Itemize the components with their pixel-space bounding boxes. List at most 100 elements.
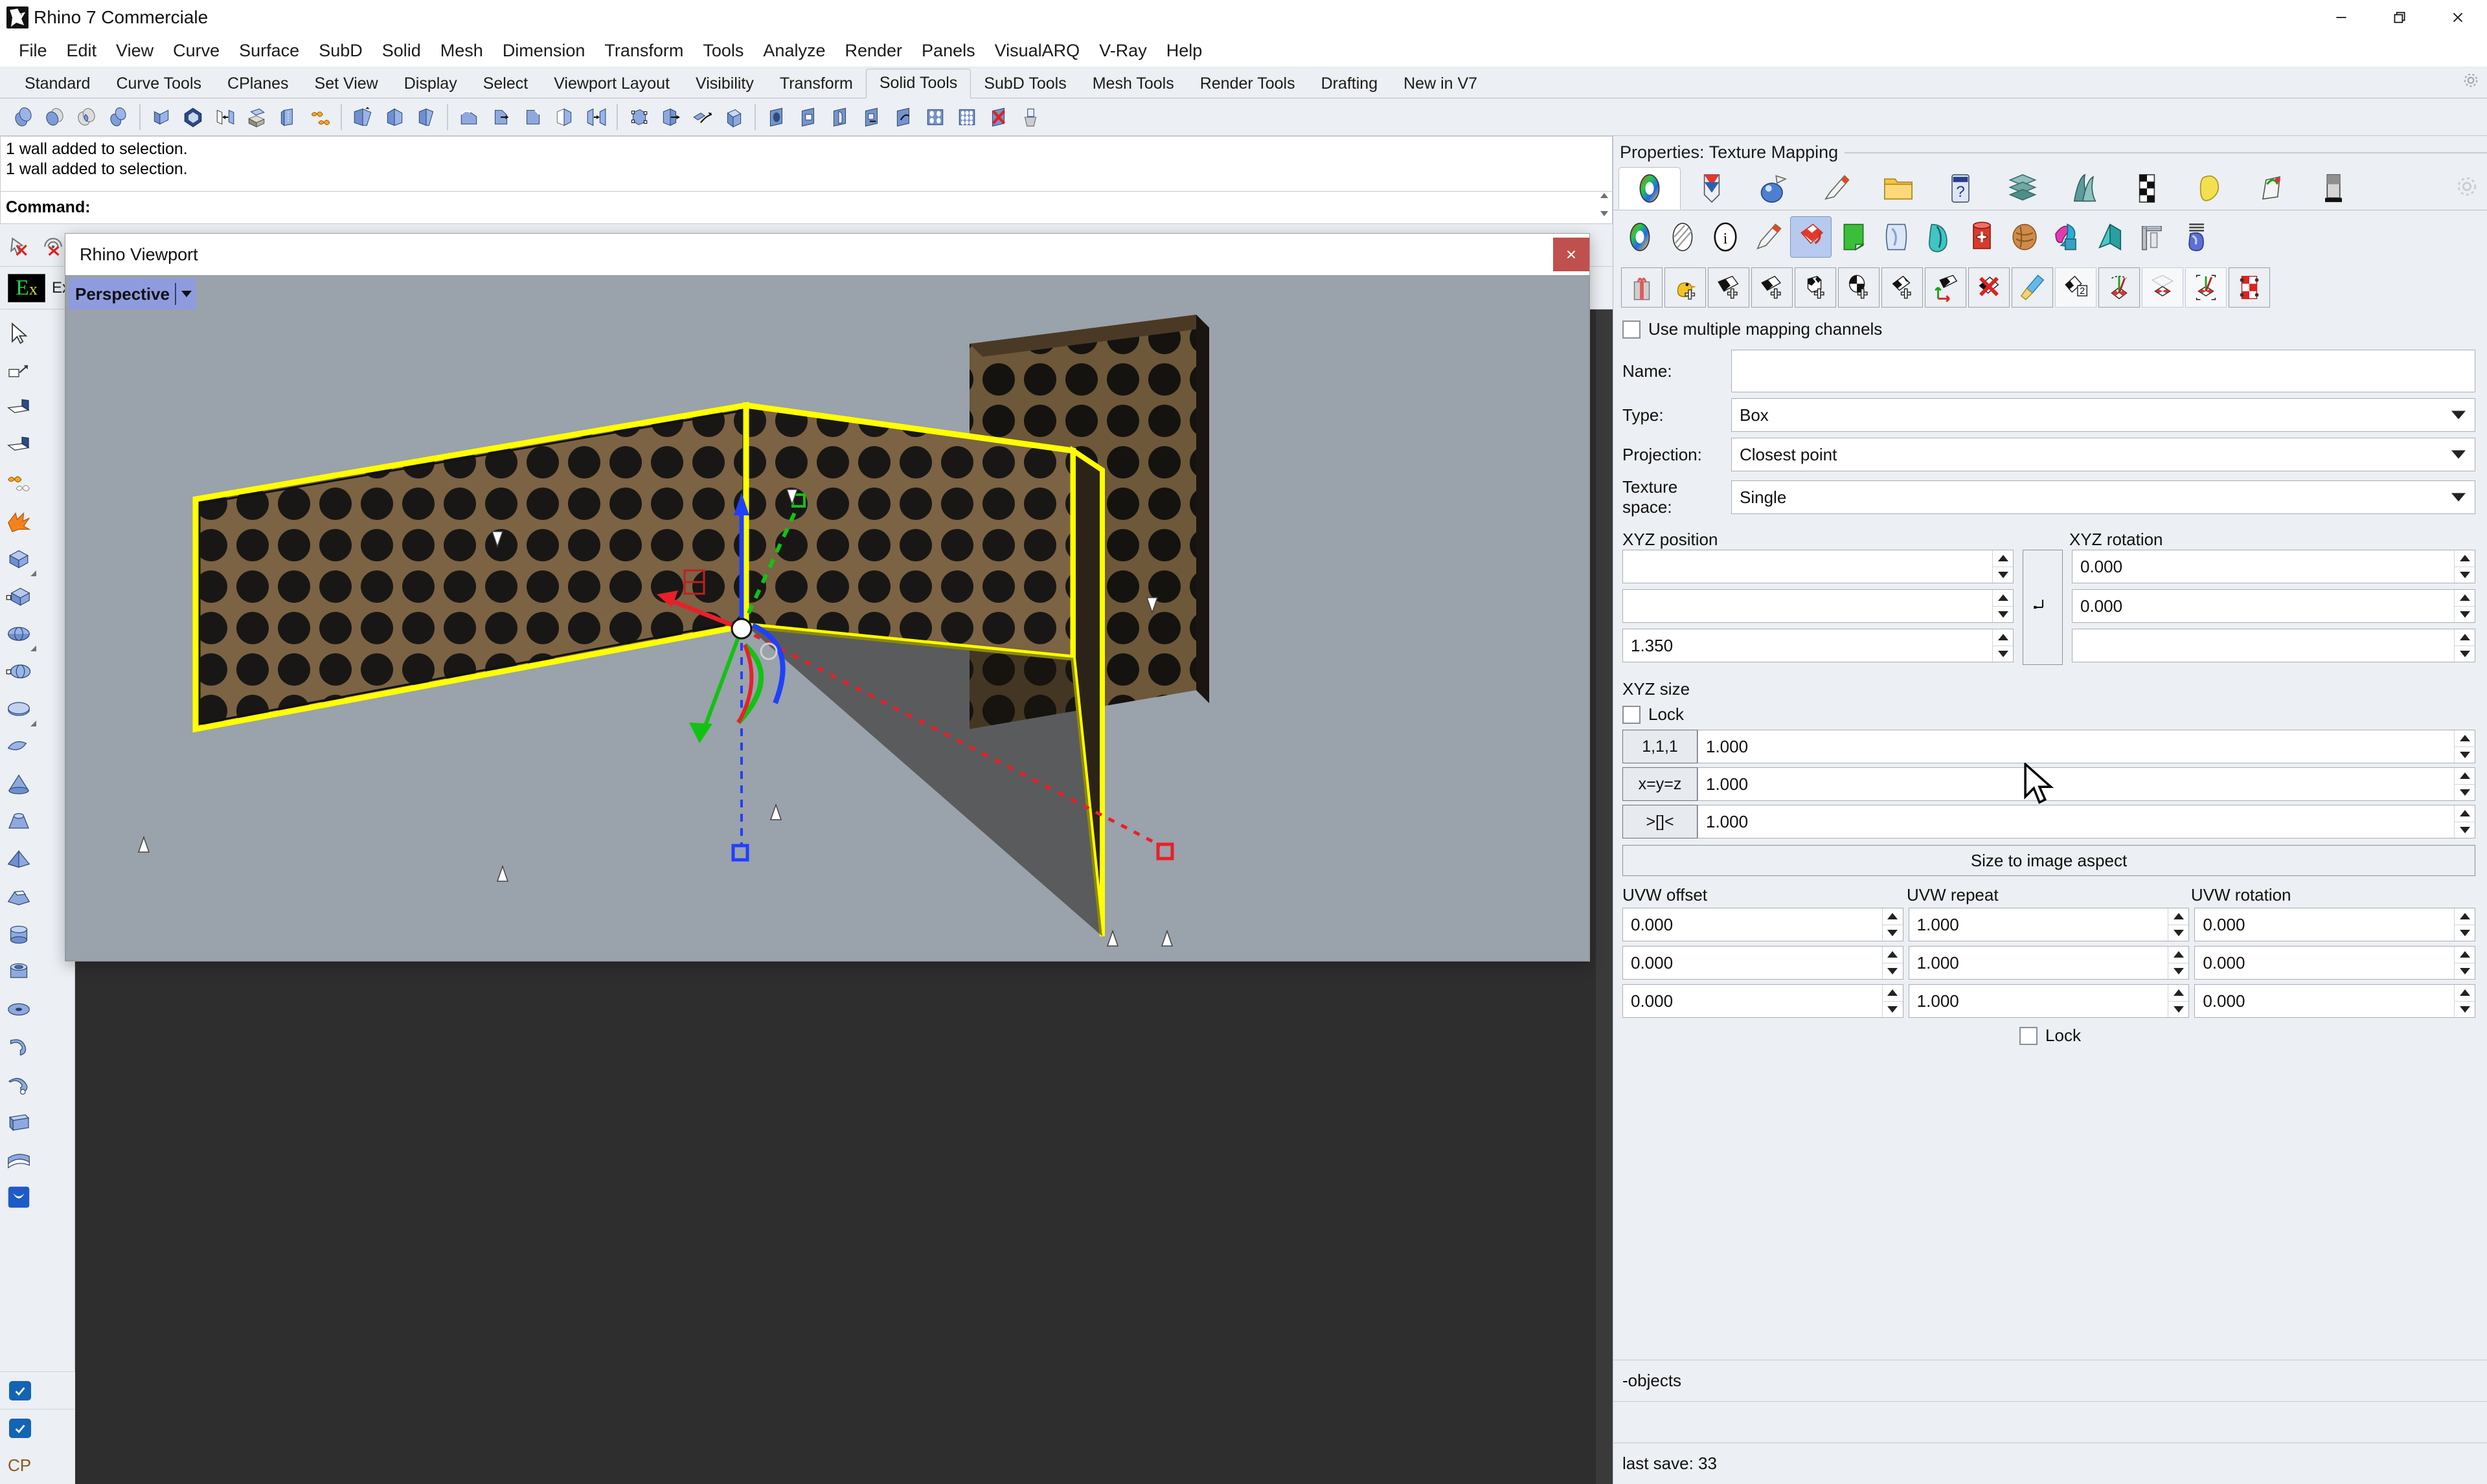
stepper-up-icon[interactable] bbox=[2173, 951, 2184, 958]
box-edit-icon[interactable] bbox=[273, 102, 304, 133]
variable-fillet-icon[interactable] bbox=[517, 102, 548, 133]
xyz-rotation-z-value[interactable] bbox=[2072, 629, 2454, 662]
tab-curve-tools[interactable]: Curve Tools bbox=[103, 70, 214, 98]
use-multiple-mapping-channels-row[interactable]: Use multiple mapping channels bbox=[1613, 313, 2487, 347]
subtab-material-pen-icon[interactable] bbox=[1748, 217, 1788, 257]
stepper-down-icon[interactable] bbox=[2459, 1006, 2470, 1013]
ellipsoid-icon[interactable] bbox=[0, 690, 38, 728]
pipe-round-icon[interactable] bbox=[0, 1066, 38, 1103]
subtab-teal-fold-icon[interactable] bbox=[2090, 217, 2130, 257]
ex-console-icon[interactable]: Ex bbox=[8, 273, 45, 302]
stepper-down-icon[interactable] bbox=[2459, 967, 2470, 974]
subtab-walnut-icon[interactable] bbox=[2004, 217, 2045, 257]
stepper-down-icon[interactable] bbox=[2173, 929, 2184, 936]
solid-points-on-icon[interactable] bbox=[623, 102, 654, 133]
extract-face-icon[interactable] bbox=[718, 102, 749, 133]
extrude-to-point-icon[interactable] bbox=[379, 102, 410, 133]
command-line[interactable]: Command: bbox=[0, 192, 1613, 224]
stepper-down-icon[interactable] bbox=[2459, 571, 2470, 578]
uvw-repeat-w-stepper[interactable]: 1.000 bbox=[1908, 984, 2190, 1018]
box-center-icon[interactable] bbox=[0, 578, 38, 615]
move-face-icon[interactable] bbox=[655, 102, 686, 133]
boolean-split-icon[interactable] bbox=[103, 102, 134, 133]
stepper-up-icon[interactable] bbox=[1997, 555, 2008, 562]
surface-plane-icon[interactable] bbox=[0, 390, 38, 427]
menu-item-help[interactable]: Help bbox=[1157, 38, 1212, 63]
scroll-up-icon[interactable] bbox=[1600, 193, 1608, 198]
uvw-rotation-w-value[interactable]: 0.000 bbox=[2195, 985, 2454, 1017]
explode-icon[interactable] bbox=[0, 502, 38, 540]
stepper-arrows[interactable] bbox=[2454, 985, 2475, 1017]
extrude-along-curve-icon[interactable] bbox=[209, 102, 240, 133]
tab-ground-plane[interactable] bbox=[2054, 167, 2116, 210]
chevron-down-icon[interactable] bbox=[2451, 410, 2466, 420]
command-scrollbar[interactable] bbox=[1600, 193, 1611, 216]
xyz-position-y-stepper[interactable] bbox=[1622, 589, 2014, 623]
stepper-arrows[interactable] bbox=[2454, 908, 2475, 941]
flyout-arrow-icon[interactable] bbox=[30, 721, 36, 726]
tab-mesh-tools[interactable]: Mesh Tools bbox=[1080, 70, 1187, 98]
flyout-arrow-icon[interactable] bbox=[30, 570, 36, 576]
stepper-arrows[interactable] bbox=[2454, 947, 2475, 979]
torus-icon[interactable] bbox=[0, 991, 38, 1028]
toolbar-options-gear-icon[interactable] bbox=[2462, 72, 2479, 92]
menu-item-vray[interactable]: V-Ray bbox=[1089, 38, 1157, 63]
stepper-arrows[interactable] bbox=[2454, 550, 2475, 583]
chevron-down-icon[interactable] bbox=[2451, 450, 2466, 459]
surface-mapping-icon[interactable] bbox=[1925, 267, 1966, 308]
xyz-rotation-y-value[interactable]: 0.000 bbox=[2072, 590, 2454, 622]
uvw-rotation-v-stepper[interactable]: 0.000 bbox=[2194, 946, 2476, 980]
tab-folder[interactable] bbox=[1867, 167, 1929, 210]
stepper-down-icon[interactable] bbox=[1887, 967, 1898, 974]
uvw-repeat-v-stepper[interactable]: 1.000 bbox=[1908, 946, 2190, 980]
tab-layers[interactable] bbox=[1992, 167, 2054, 210]
xyz-position-x-value[interactable] bbox=[1623, 550, 1992, 583]
xyz-position-x-stepper[interactable] bbox=[1622, 550, 2014, 583]
uvw-offset-w-value[interactable]: 0.000 bbox=[1623, 985, 1882, 1017]
duck-mapping-icon[interactable] bbox=[1664, 267, 1706, 308]
stepper-arrows[interactable] bbox=[2454, 629, 2475, 662]
stepper-arrows[interactable] bbox=[2454, 730, 2475, 763]
uvw-rotation-w-stepper[interactable]: 0.000 bbox=[2194, 984, 2476, 1018]
cap-planar-holes-icon[interactable] bbox=[241, 102, 272, 133]
xyz-rotation-y-stepper[interactable]: 0.000 bbox=[2072, 589, 2475, 623]
tab-decal[interactable] bbox=[2240, 167, 2302, 210]
stepper-up-icon[interactable] bbox=[2459, 735, 2470, 742]
xyz-rotation-z-stepper[interactable] bbox=[2072, 629, 2475, 662]
stepper-down-icon[interactable] bbox=[2459, 650, 2470, 657]
close-button[interactable] bbox=[2429, 0, 2487, 35]
slab-icon[interactable] bbox=[0, 1103, 38, 1141]
flyout-arrow-icon[interactable] bbox=[30, 646, 36, 651]
hole-icon[interactable] bbox=[761, 102, 792, 133]
pyramid-icon[interactable] bbox=[0, 840, 38, 878]
uvw-offset-v-value[interactable]: 0.000 bbox=[1623, 947, 1882, 979]
menu-item-solid[interactable]: Solid bbox=[372, 38, 431, 63]
stepper-arrows[interactable] bbox=[1992, 629, 2013, 662]
menu-item-transform[interactable]: Transform bbox=[595, 38, 693, 63]
tab-select[interactable]: Select bbox=[470, 70, 541, 98]
puzzle-icon[interactable] bbox=[0, 465, 38, 502]
tab-new-in-v7[interactable]: New in V7 bbox=[1391, 70, 1490, 98]
stepper-up-icon[interactable] bbox=[2459, 913, 2470, 920]
paint-mapping-icon[interactable] bbox=[2012, 267, 2053, 308]
name-input[interactable] bbox=[1731, 350, 2475, 392]
stepper-up-icon[interactable] bbox=[2459, 634, 2470, 641]
cylinder-icon[interactable] bbox=[0, 916, 38, 953]
xyz-size-z-stepper[interactable]: 1.000 bbox=[1698, 805, 2475, 838]
add-spherical-mapping-icon[interactable] bbox=[1838, 267, 1879, 308]
tab-texture-mapping[interactable] bbox=[1805, 167, 1867, 210]
render-scrollbar-vertical[interactable] bbox=[1596, 309, 1613, 1484]
subtab-texture-mapping-icon[interactable] bbox=[1790, 216, 1832, 258]
tab-cplanes[interactable]: CPlanes bbox=[214, 70, 302, 98]
stepper-arrows[interactable] bbox=[2168, 947, 2189, 979]
menu-item-render[interactable]: Render bbox=[835, 38, 912, 63]
menu-item-surface[interactable]: Surface bbox=[229, 38, 309, 63]
panel-options-gear-icon[interactable] bbox=[2456, 175, 2478, 201]
make-hole-icon[interactable] bbox=[824, 102, 856, 133]
subtab-hatch-tool-icon[interactable] bbox=[2133, 217, 2173, 257]
tab-standard[interactable]: Standard bbox=[12, 70, 103, 98]
menu-item-panels[interactable]: Panels bbox=[912, 38, 985, 63]
menu-item-curve[interactable]: Curve bbox=[163, 38, 229, 63]
stepper-up-icon[interactable] bbox=[1887, 913, 1898, 920]
xyz-size-lock-checkbox[interactable] bbox=[1622, 705, 1641, 724]
